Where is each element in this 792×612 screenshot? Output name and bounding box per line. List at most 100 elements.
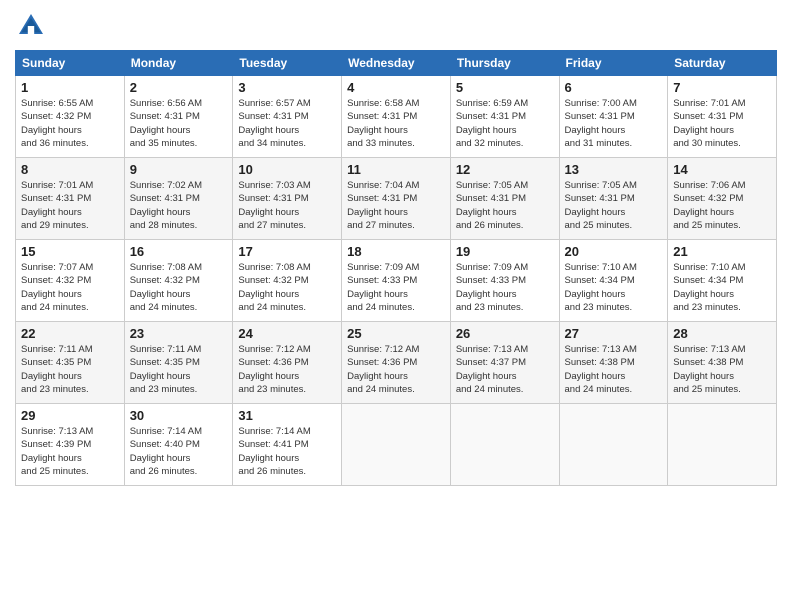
header-thursday: Thursday	[450, 51, 559, 76]
header-monday: Monday	[124, 51, 233, 76]
day-cell: 6 Sunrise: 7:00 AM Sunset: 4:31 PM Dayli…	[559, 76, 668, 158]
day-cell: 9 Sunrise: 7:02 AM Sunset: 4:31 PM Dayli…	[124, 158, 233, 240]
header-wednesday: Wednesday	[342, 51, 451, 76]
day-cell: 14 Sunrise: 7:06 AM Sunset: 4:32 PM Dayl…	[668, 158, 777, 240]
day-info: Sunrise: 7:13 AM Sunset: 4:38 PM Dayligh…	[673, 343, 771, 396]
day-info: Sunrise: 7:14 AM Sunset: 4:40 PM Dayligh…	[130, 425, 228, 478]
day-number: 15	[21, 244, 119, 259]
day-number: 30	[130, 408, 228, 423]
day-info: Sunrise: 6:55 AM Sunset: 4:32 PM Dayligh…	[21, 97, 119, 150]
week-row-2: 8 Sunrise: 7:01 AM Sunset: 4:31 PM Dayli…	[16, 158, 777, 240]
day-number: 27	[565, 326, 663, 341]
day-info: Sunrise: 7:13 AM Sunset: 4:37 PM Dayligh…	[456, 343, 554, 396]
day-info: Sunrise: 6:58 AM Sunset: 4:31 PM Dayligh…	[347, 97, 445, 150]
day-cell: 1 Sunrise: 6:55 AM Sunset: 4:32 PM Dayli…	[16, 76, 125, 158]
day-cell: 12 Sunrise: 7:05 AM Sunset: 4:31 PM Dayl…	[450, 158, 559, 240]
day-info: Sunrise: 7:10 AM Sunset: 4:34 PM Dayligh…	[673, 261, 771, 314]
day-number: 16	[130, 244, 228, 259]
day-cell	[668, 404, 777, 486]
day-cell: 11 Sunrise: 7:04 AM Sunset: 4:31 PM Dayl…	[342, 158, 451, 240]
day-number: 10	[238, 162, 336, 177]
day-info: Sunrise: 7:11 AM Sunset: 4:35 PM Dayligh…	[130, 343, 228, 396]
day-number: 28	[673, 326, 771, 341]
day-info: Sunrise: 6:56 AM Sunset: 4:31 PM Dayligh…	[130, 97, 228, 150]
day-cell: 27 Sunrise: 7:13 AM Sunset: 4:38 PM Dayl…	[559, 322, 668, 404]
day-number: 1	[21, 80, 119, 95]
day-number: 17	[238, 244, 336, 259]
day-cell: 10 Sunrise: 7:03 AM Sunset: 4:31 PM Dayl…	[233, 158, 342, 240]
day-cell: 4 Sunrise: 6:58 AM Sunset: 4:31 PM Dayli…	[342, 76, 451, 158]
day-number: 13	[565, 162, 663, 177]
day-cell: 16 Sunrise: 7:08 AM Sunset: 4:32 PM Dayl…	[124, 240, 233, 322]
day-cell: 19 Sunrise: 7:09 AM Sunset: 4:33 PM Dayl…	[450, 240, 559, 322]
day-number: 31	[238, 408, 336, 423]
header-friday: Friday	[559, 51, 668, 76]
day-info: Sunrise: 7:01 AM Sunset: 4:31 PM Dayligh…	[21, 179, 119, 232]
day-info: Sunrise: 6:59 AM Sunset: 4:31 PM Dayligh…	[456, 97, 554, 150]
day-number: 14	[673, 162, 771, 177]
day-info: Sunrise: 7:02 AM Sunset: 4:31 PM Dayligh…	[130, 179, 228, 232]
day-cell: 8 Sunrise: 7:01 AM Sunset: 4:31 PM Dayli…	[16, 158, 125, 240]
day-cell: 3 Sunrise: 6:57 AM Sunset: 4:31 PM Dayli…	[233, 76, 342, 158]
day-info: Sunrise: 7:08 AM Sunset: 4:32 PM Dayligh…	[238, 261, 336, 314]
day-cell: 25 Sunrise: 7:12 AM Sunset: 4:36 PM Dayl…	[342, 322, 451, 404]
day-number: 12	[456, 162, 554, 177]
logo	[15, 10, 51, 42]
day-info: Sunrise: 7:03 AM Sunset: 4:31 PM Dayligh…	[238, 179, 336, 232]
calendar-table: SundayMondayTuesdayWednesdayThursdayFrid…	[15, 50, 777, 486]
day-cell: 15 Sunrise: 7:07 AM Sunset: 4:32 PM Dayl…	[16, 240, 125, 322]
day-info: Sunrise: 7:14 AM Sunset: 4:41 PM Dayligh…	[238, 425, 336, 478]
day-info: Sunrise: 7:07 AM Sunset: 4:32 PM Dayligh…	[21, 261, 119, 314]
day-info: Sunrise: 7:09 AM Sunset: 4:33 PM Dayligh…	[456, 261, 554, 314]
day-cell: 18 Sunrise: 7:09 AM Sunset: 4:33 PM Dayl…	[342, 240, 451, 322]
day-cell: 2 Sunrise: 6:56 AM Sunset: 4:31 PM Dayli…	[124, 76, 233, 158]
week-row-4: 22 Sunrise: 7:11 AM Sunset: 4:35 PM Dayl…	[16, 322, 777, 404]
day-cell: 17 Sunrise: 7:08 AM Sunset: 4:32 PM Dayl…	[233, 240, 342, 322]
day-cell	[342, 404, 451, 486]
day-info: Sunrise: 7:12 AM Sunset: 4:36 PM Dayligh…	[238, 343, 336, 396]
day-info: Sunrise: 7:01 AM Sunset: 4:31 PM Dayligh…	[673, 97, 771, 150]
day-info: Sunrise: 7:13 AM Sunset: 4:38 PM Dayligh…	[565, 343, 663, 396]
day-info: Sunrise: 7:05 AM Sunset: 4:31 PM Dayligh…	[565, 179, 663, 232]
day-cell: 21 Sunrise: 7:10 AM Sunset: 4:34 PM Dayl…	[668, 240, 777, 322]
day-info: Sunrise: 7:11 AM Sunset: 4:35 PM Dayligh…	[21, 343, 119, 396]
day-cell: 30 Sunrise: 7:14 AM Sunset: 4:40 PM Dayl…	[124, 404, 233, 486]
day-info: Sunrise: 7:10 AM Sunset: 4:34 PM Dayligh…	[565, 261, 663, 314]
day-info: Sunrise: 6:57 AM Sunset: 4:31 PM Dayligh…	[238, 97, 336, 150]
day-number: 9	[130, 162, 228, 177]
day-cell: 29 Sunrise: 7:13 AM Sunset: 4:39 PM Dayl…	[16, 404, 125, 486]
week-row-3: 15 Sunrise: 7:07 AM Sunset: 4:32 PM Dayl…	[16, 240, 777, 322]
day-cell	[450, 404, 559, 486]
logo-icon	[15, 10, 47, 42]
header-tuesday: Tuesday	[233, 51, 342, 76]
header-sunday: Sunday	[16, 51, 125, 76]
day-number: 4	[347, 80, 445, 95]
day-info: Sunrise: 7:00 AM Sunset: 4:31 PM Dayligh…	[565, 97, 663, 150]
day-number: 6	[565, 80, 663, 95]
day-number: 21	[673, 244, 771, 259]
day-cell: 22 Sunrise: 7:11 AM Sunset: 4:35 PM Dayl…	[16, 322, 125, 404]
day-number: 23	[130, 326, 228, 341]
header	[15, 10, 777, 42]
day-number: 19	[456, 244, 554, 259]
day-number: 8	[21, 162, 119, 177]
day-number: 18	[347, 244, 445, 259]
day-number: 3	[238, 80, 336, 95]
day-cell: 24 Sunrise: 7:12 AM Sunset: 4:36 PM Dayl…	[233, 322, 342, 404]
day-number: 22	[21, 326, 119, 341]
day-cell	[559, 404, 668, 486]
day-cell: 23 Sunrise: 7:11 AM Sunset: 4:35 PM Dayl…	[124, 322, 233, 404]
day-number: 2	[130, 80, 228, 95]
day-cell: 31 Sunrise: 7:14 AM Sunset: 4:41 PM Dayl…	[233, 404, 342, 486]
day-number: 20	[565, 244, 663, 259]
day-cell: 28 Sunrise: 7:13 AM Sunset: 4:38 PM Dayl…	[668, 322, 777, 404]
week-row-5: 29 Sunrise: 7:13 AM Sunset: 4:39 PM Dayl…	[16, 404, 777, 486]
day-cell: 5 Sunrise: 6:59 AM Sunset: 4:31 PM Dayli…	[450, 76, 559, 158]
day-info: Sunrise: 7:05 AM Sunset: 4:31 PM Dayligh…	[456, 179, 554, 232]
day-info: Sunrise: 7:08 AM Sunset: 4:32 PM Dayligh…	[130, 261, 228, 314]
day-number: 5	[456, 80, 554, 95]
day-info: Sunrise: 7:12 AM Sunset: 4:36 PM Dayligh…	[347, 343, 445, 396]
header-saturday: Saturday	[668, 51, 777, 76]
day-cell: 20 Sunrise: 7:10 AM Sunset: 4:34 PM Dayl…	[559, 240, 668, 322]
day-number: 25	[347, 326, 445, 341]
